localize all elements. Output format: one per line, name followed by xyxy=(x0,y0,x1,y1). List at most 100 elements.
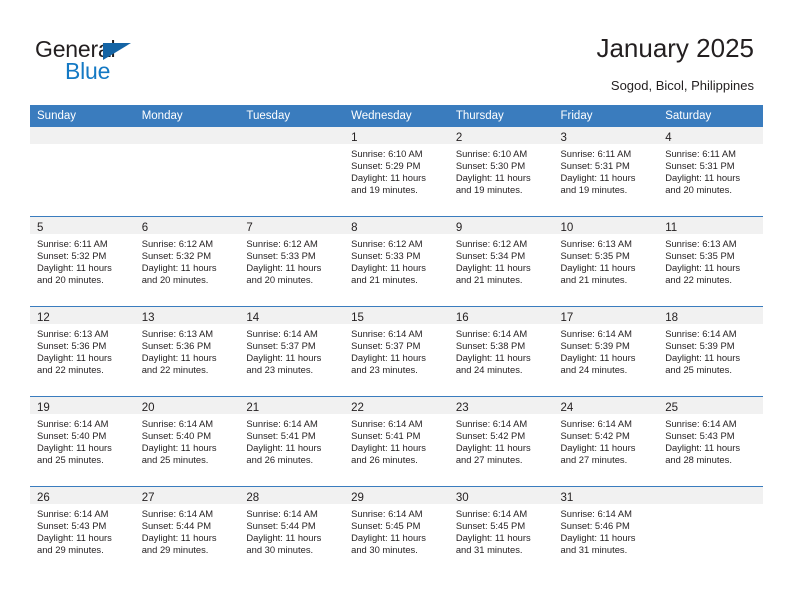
daylight-text-line2: and 31 minutes. xyxy=(455,544,523,556)
day-cell-inner: 21 Sunrise: 6:14 AM Sunset: 5:41 PM Dayligh… xyxy=(239,397,345,486)
daylight-text-line1: Daylight: 11 hours xyxy=(560,262,636,274)
day-cell-details: Sunrise: 6:14 AM Sunset: 5:42 PM Daylight:… xyxy=(449,414,554,466)
weekday-header-wednesday: Wednesday xyxy=(344,105,449,127)
general-blue-logo[interactable]: General Blue xyxy=(35,36,195,86)
day-number: 1 xyxy=(351,132,358,144)
calendar-day-cell[interactable]: 2 Sunrise: 6:10 AM Sunset: 5:30 PM Daylight… xyxy=(448,127,554,217)
logo-text-blue: Blue xyxy=(65,58,111,84)
sunset-text: Sunset: 5:43 PM xyxy=(37,520,107,532)
calendar-page: General Blue January 2025 Sogod, Bicol, … xyxy=(0,0,792,612)
calendar-day-cell[interactable]: 21 Sunrise: 6:14 AM Sunset: 5:41 PM Dayligh… xyxy=(239,396,345,487)
sunrise-text: Sunrise: 6:14 AM xyxy=(560,418,632,429)
calendar-day-cell[interactable]: 12 Sunrise: 6:13 AM Sunset: 5:36 PM Dayligh… xyxy=(30,306,135,397)
day-number: 21 xyxy=(246,402,260,414)
daylight-text-line1: Daylight: 11 hours xyxy=(560,532,636,544)
daylight-text-line1: Daylight: 11 hours xyxy=(665,352,741,364)
calendar-day-cell[interactable]: 26 Sunrise: 6:14 AM Sunset: 5:43 PM Dayligh… xyxy=(30,486,135,576)
calendar-day-cell[interactable]: 22 Sunrise: 6:14 AM Sunset: 5:41 PM Dayligh… xyxy=(344,396,449,487)
sunrise-text: Sunrise: 6:14 AM xyxy=(246,418,318,429)
calendar-day-cell[interactable]: 5 Sunrise: 6:11 AM Sunset: 5:32 PM Daylight… xyxy=(30,216,135,307)
calendar-day-cell[interactable]: 20 Sunrise: 6:14 AM Sunset: 5:40 PM Dayligh… xyxy=(134,396,240,487)
day-cell-details: Sunrise: 6:13 AM Sunset: 5:36 PM Daylight:… xyxy=(30,324,135,376)
sunset-text: Sunset: 5:46 PM xyxy=(560,520,630,532)
day-cell-details: Sunrise: 6:14 AM Sunset: 5:40 PM Daylight:… xyxy=(30,414,135,466)
sunrise-text: Sunrise: 6:14 AM xyxy=(37,418,109,429)
day-cell-details: Sunrise: 6:13 AM Sunset: 5:35 PM Daylight:… xyxy=(658,234,763,286)
day-number-band: 25 xyxy=(658,397,763,414)
calendar-day-cell[interactable]: 28 Sunrise: 6:14 AM Sunset: 5:44 PM Dayligh… xyxy=(239,486,345,576)
sunrise-text: Sunrise: 6:13 AM xyxy=(560,238,632,249)
daylight-text-line1: Daylight: 11 hours xyxy=(560,172,636,184)
calendar-weekday-header: Sunday Monday Tuesday Wednesday Thursday… xyxy=(30,105,763,127)
sunrise-text: Sunrise: 6:14 AM xyxy=(351,328,423,339)
day-number-band: 9 xyxy=(448,217,554,234)
calendar-day-cell[interactable]: 9 Sunrise: 6:12 AM Sunset: 5:34 PM Daylight… xyxy=(448,216,554,307)
weekday-header-friday: Friday xyxy=(553,105,659,127)
calendar-day-cell[interactable]: 29 Sunrise: 6:14 AM Sunset: 5:45 PM Dayligh… xyxy=(344,486,449,576)
calendar-day-cell[interactable]: 13 Sunrise: 6:13 AM Sunset: 5:36 PM Dayligh… xyxy=(134,306,240,397)
day-number-band: 27 xyxy=(134,487,240,504)
sunrise-text: Sunrise: 6:14 AM xyxy=(351,508,423,519)
calendar-day-cell[interactable]: 25 Sunrise: 6:14 AM Sunset: 5:43 PM Dayligh… xyxy=(658,396,763,487)
daylight-text-line1: Daylight: 11 hours xyxy=(37,532,112,544)
day-number-band: 15 xyxy=(344,307,449,324)
day-number: 8 xyxy=(351,222,358,234)
daylight-text-line2: and 20 minutes. xyxy=(665,184,732,196)
day-cell-inner: 31 Sunrise: 6:14 AM Sunset: 5:46 PM Dayligh… xyxy=(553,487,659,576)
day-number: 20 xyxy=(141,402,155,414)
calendar-day-cell[interactable]: 4 Sunrise: 6:11 AM Sunset: 5:31 PM Daylight… xyxy=(658,127,763,217)
day-cell-details: Sunrise: 6:14 AM Sunset: 5:40 PM Daylight:… xyxy=(135,414,240,466)
daylight-text-line1: Daylight: 11 hours xyxy=(141,262,217,274)
calendar-day-cell[interactable]: 11 Sunrise: 6:13 AM Sunset: 5:35 PM Dayligh… xyxy=(658,216,763,307)
sunset-text: Sunset: 5:37 PM xyxy=(351,340,421,352)
day-cell-details: Sunrise: 6:12 AM Sunset: 5:32 PM Daylight:… xyxy=(135,234,240,286)
calendar-day-cell[interactable]: 7 Sunrise: 6:12 AM Sunset: 5:33 PM Daylight… xyxy=(239,216,345,307)
day-number: 14 xyxy=(246,312,260,324)
day-cell-details: Sunrise: 6:14 AM Sunset: 5:44 PM Daylight:… xyxy=(239,504,344,556)
sunset-text: Sunset: 5:32 PM xyxy=(37,250,107,262)
day-cell-inner: 1 Sunrise: 6:10 AM Sunset: 5:29 PM Daylight… xyxy=(344,127,449,216)
calendar-day-cell[interactable]: 10 Sunrise: 6:13 AM Sunset: 5:35 PM Dayligh… xyxy=(553,216,659,307)
day-number: 25 xyxy=(665,402,679,414)
calendar-day-cell[interactable]: 27 Sunrise: 6:14 AM Sunset: 5:44 PM Dayligh… xyxy=(134,486,240,576)
day-cell-inner: 26 Sunrise: 6:14 AM Sunset: 5:43 PM Dayligh… xyxy=(30,487,135,576)
calendar-day-cell[interactable]: 17 Sunrise: 6:14 AM Sunset: 5:39 PM Dayligh… xyxy=(553,306,659,397)
day-cell-details: Sunrise: 6:14 AM Sunset: 5:43 PM Daylight:… xyxy=(658,414,763,466)
calendar-day-cell[interactable]: 24 Sunrise: 6:14 AM Sunset: 5:42 PM Dayligh… xyxy=(553,396,659,487)
daylight-text-line2: and 29 minutes. xyxy=(141,544,209,556)
calendar-day-cell[interactable]: 1 Sunrise: 6:10 AM Sunset: 5:29 PM Daylight… xyxy=(344,127,449,217)
day-number-band: 6 xyxy=(134,217,240,234)
daylight-text-line2: and 20 minutes. xyxy=(246,274,314,286)
calendar-day-cell[interactable]: 16 Sunrise: 6:14 AM Sunset: 5:38 PM Dayligh… xyxy=(448,306,554,397)
calendar-day-cell[interactable]: 15 Sunrise: 6:14 AM Sunset: 5:37 PM Dayligh… xyxy=(344,306,449,397)
calendar-day-cell[interactable]: 23 Sunrise: 6:14 AM Sunset: 5:42 PM Dayligh… xyxy=(448,396,554,487)
day-number-band: 2 xyxy=(448,127,554,144)
day-number-band: 23 xyxy=(448,397,554,414)
day-cell-inner: 30 Sunrise: 6:14 AM Sunset: 5:45 PM Dayligh… xyxy=(448,487,554,576)
calendar-day-cell[interactable]: 19 Sunrise: 6:14 AM Sunset: 5:40 PM Dayligh… xyxy=(30,396,135,487)
daylight-text-line1: Daylight: 11 hours xyxy=(246,262,322,274)
calendar-day-cell[interactable]: 31 Sunrise: 6:14 AM Sunset: 5:46 PM Dayligh… xyxy=(553,486,659,576)
daylight-text-line2: and 22 minutes. xyxy=(37,364,104,376)
calendar-day-cell-empty xyxy=(239,127,345,217)
daylight-text-line2: and 30 minutes. xyxy=(351,544,418,556)
calendar-day-cell[interactable]: 14 Sunrise: 6:14 AM Sunset: 5:37 PM Dayligh… xyxy=(239,306,345,397)
daylight-text-line2: and 21 minutes. xyxy=(455,274,523,286)
calendar-day-cell[interactable]: 3 Sunrise: 6:11 AM Sunset: 5:31 PM Daylight… xyxy=(553,127,659,217)
sunset-text: Sunset: 5:38 PM xyxy=(455,340,526,352)
day-cell-inner: 12 Sunrise: 6:13 AM Sunset: 5:36 PM Dayligh… xyxy=(30,307,135,396)
day-cell-inner: 28 Sunrise: 6:14 AM Sunset: 5:44 PM Dayligh… xyxy=(239,487,345,576)
calendar-day-cell[interactable]: 18 Sunrise: 6:14 AM Sunset: 5:39 PM Dayligh… xyxy=(658,306,763,397)
sunset-text: Sunset: 5:33 PM xyxy=(246,250,316,262)
calendar-day-cell[interactable]: 8 Sunrise: 6:12 AM Sunset: 5:33 PM Daylight… xyxy=(344,216,449,307)
daylight-text-line1: Daylight: 11 hours xyxy=(37,352,112,364)
day-cell-inner xyxy=(239,127,345,216)
calendar-day-cell[interactable]: 6 Sunrise: 6:12 AM Sunset: 5:32 PM Daylight… xyxy=(134,216,240,307)
day-cell-details: Sunrise: 6:14 AM Sunset: 5:37 PM Daylight:… xyxy=(344,324,449,376)
daylight-text-line1: Daylight: 11 hours xyxy=(351,172,426,184)
day-cell-inner xyxy=(30,127,135,216)
day-number: 2 xyxy=(455,132,463,144)
daylight-text-line2: and 25 minutes. xyxy=(37,454,104,466)
calendar-day-cell[interactable]: 30 Sunrise: 6:14 AM Sunset: 5:45 PM Dayligh… xyxy=(448,486,554,576)
sunrise-text: Sunrise: 6:12 AM xyxy=(455,238,528,249)
